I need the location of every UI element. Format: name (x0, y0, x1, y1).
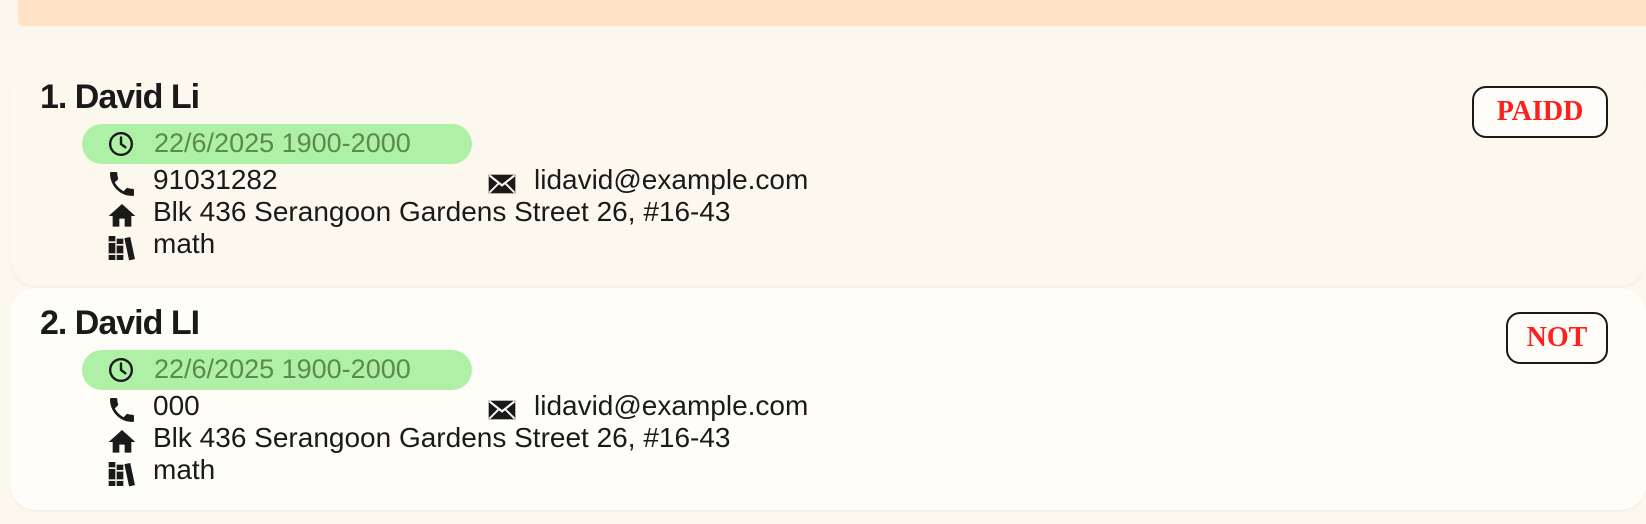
student-name: 2. David LI (40, 304, 200, 342)
clock-icon (108, 131, 134, 157)
header-band (0, 0, 1646, 42)
phone-icon (110, 398, 134, 422)
payment-status-badge: NOT (1506, 312, 1608, 364)
session-text: 22/6/2025 1900-2000 (154, 128, 411, 158)
email-address: lidavid@example.com (534, 164, 809, 195)
email-address: lidavid@example.com (534, 390, 809, 421)
phone-number: 91031282 (153, 164, 278, 195)
student-card[interactable]: 2. David LI 22/6/2025 1900-2000 000 lida… (10, 288, 1646, 510)
header-band-inner (18, 0, 1646, 26)
phone-icon (110, 172, 134, 196)
home-icon (108, 430, 136, 453)
student-card[interactable]: 1. David Li 22/6/2025 1900-2000 91031282… (10, 62, 1646, 286)
session-tag: 22/6/2025 1900-2000 (82, 350, 472, 390)
home-icon (108, 204, 136, 227)
home-address: Blk 436 Serangoon Gardens Street 26, #16… (153, 422, 731, 453)
session-tag: 22/6/2025 1900-2000 (82, 124, 472, 164)
student-list[interactable]: 1. David Li 22/6/2025 1900-2000 91031282… (0, 40, 1646, 524)
phone-number: 000 (153, 390, 200, 421)
clock-icon (108, 357, 134, 383)
subject: math (153, 228, 216, 259)
books-icon (108, 236, 135, 261)
subject: math (153, 454, 216, 485)
home-address: Blk 436 Serangoon Gardens Street 26, #16… (153, 196, 731, 227)
books-icon (108, 462, 135, 487)
student-name: 1. David Li (40, 78, 200, 116)
payment-status-badge: PAIDD (1472, 86, 1608, 138)
session-text: 22/6/2025 1900-2000 (154, 354, 411, 384)
